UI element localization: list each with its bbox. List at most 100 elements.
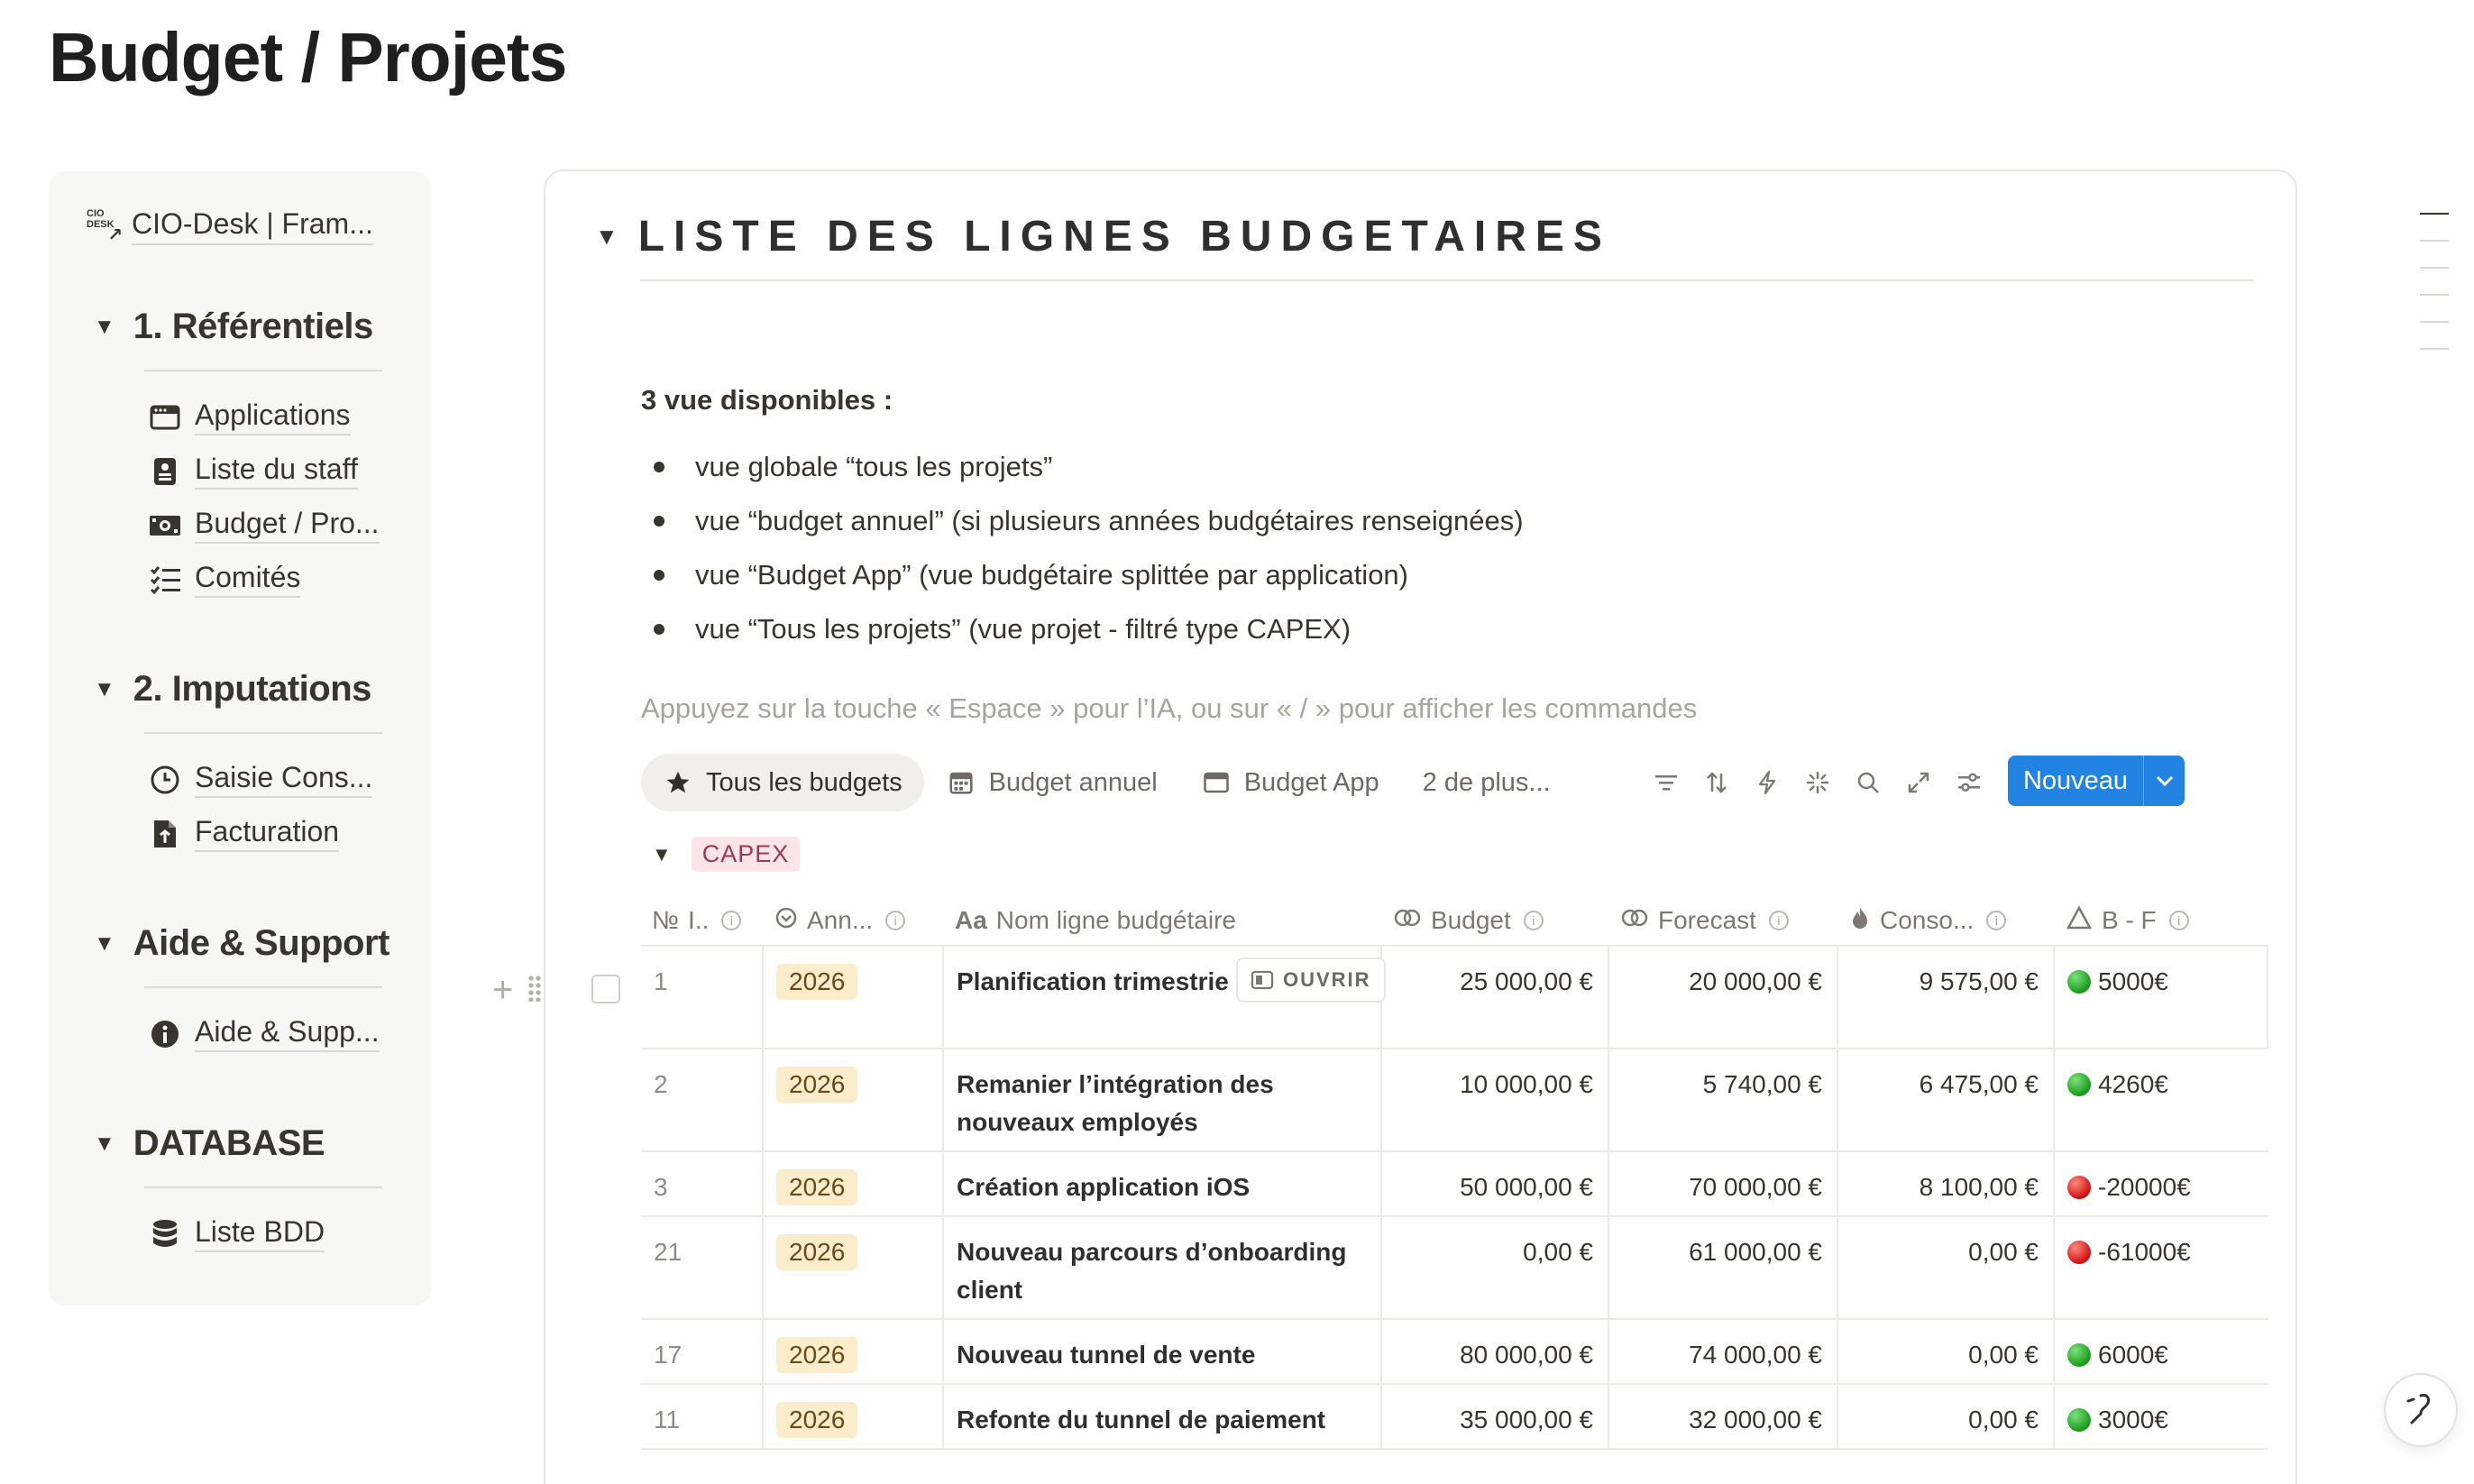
column-header-annee[interactable]: Ann... i — [764, 896, 944, 945]
help-button[interactable] — [2384, 1373, 2458, 1447]
conso-cell[interactable]: 0,00 € — [1838, 1320, 2055, 1383]
drag-handle-icon[interactable] — [527, 975, 542, 1006]
toggle-triangle-icon[interactable]: ▼ — [94, 315, 115, 340]
open-row-button[interactable]: OUVRIR — [1236, 957, 1386, 1003]
sidebar-item-liste-bdd[interactable]: Liste BDD — [148, 1215, 325, 1252]
view-tab-budget-annuel[interactable]: Budget annuel — [924, 754, 1179, 811]
automation-icon[interactable] — [1752, 762, 1782, 803]
column-header-nom[interactable]: Aa Nom ligne budgétaire — [944, 896, 1382, 945]
year-cell[interactable]: 2026 — [764, 1152, 944, 1215]
name-cell[interactable]: Refonte du tunnel de paiement — [944, 1385, 1382, 1448]
sidebar-item-comites[interactable]: Comités — [148, 561, 301, 598]
new-entry-button[interactable]: Nouveau — [2008, 756, 2185, 806]
column-header-conso[interactable]: Conso... i — [1838, 896, 2055, 945]
row-id-cell[interactable]: 1 — [641, 947, 764, 1048]
budget-line-name[interactable]: Nouveau parcours d’onboarding client — [957, 1238, 1346, 1304]
table-row[interactable]: 3 2026 Création application iOS 50 000,00 €… — [641, 1152, 2268, 1217]
toc-line[interactable] — [2420, 213, 2449, 215]
conso-cell[interactable]: 6 475,00 € — [1838, 1049, 2055, 1150]
sidebar-item-facturation[interactable]: Facturation — [148, 815, 340, 852]
forecast-cell[interactable]: 5 740,00 € — [1609, 1049, 1838, 1150]
settings-icon[interactable] — [1954, 762, 1984, 803]
toggle-triangle-icon[interactable]: ▼ — [94, 931, 115, 957]
bf-cell[interactable]: 6000€ — [2055, 1320, 2268, 1383]
sidebar-item-applications[interactable]: Applications — [148, 398, 351, 435]
row-id-cell[interactable]: 2 — [641, 1049, 764, 1150]
name-cell[interactable]: Nouveau parcours d’onboarding client — [944, 1217, 1382, 1318]
year-cell[interactable]: 2026 — [764, 1385, 944, 1448]
row-id-cell[interactable]: 11 — [641, 1385, 764, 1448]
column-header-id[interactable]: № I.. i — [641, 896, 764, 945]
name-cell[interactable]: Création application iOS — [944, 1152, 1382, 1215]
row-id-cell[interactable]: 3 — [641, 1152, 764, 1215]
toggle-triangle-icon[interactable]: ▼ — [94, 677, 115, 702]
budget-line-name[interactable]: Création application iOS — [957, 1173, 1250, 1201]
toc-line[interactable] — [2420, 348, 2449, 350]
table-of-contents-minimap[interactable] — [2420, 213, 2449, 375]
empty-block-placeholder[interactable]: Appuyez sur la touche « Espace » pour l’… — [641, 692, 1697, 725]
toc-line[interactable] — [2420, 321, 2449, 323]
year-cell[interactable]: 2026 — [764, 947, 944, 1048]
toggle-triangle-icon[interactable]: ▼ — [652, 843, 672, 866]
budget-cell[interactable]: 10 000,00 € — [1382, 1049, 1609, 1150]
bf-cell[interactable]: -20000€ — [2055, 1152, 2268, 1215]
budget-cell[interactable]: 35 000,00 € — [1382, 1385, 1609, 1448]
info-icon[interactable]: i — [1523, 911, 1544, 930]
view-tab-budget-app[interactable]: Budget App — [1179, 754, 1401, 811]
info-icon[interactable]: i — [1768, 911, 1789, 930]
ai-sparkle-icon[interactable] — [1802, 762, 1833, 803]
filter-icon[interactable] — [1651, 762, 1681, 803]
table-row[interactable]: 2 2026 Remanier l’intégration des nouveaux… — [641, 1049, 2268, 1152]
toggle-triangle-icon[interactable]: ▼ — [94, 1131, 115, 1157]
table-row[interactable]: 21 2026 Nouveau parcours d’onboarding clie… — [641, 1217, 2268, 1320]
toggle-triangle-icon[interactable]: ▼ — [595, 223, 618, 251]
conso-cell[interactable]: 0,00 € — [1838, 1385, 2055, 1448]
sort-icon[interactable] — [1701, 762, 1732, 803]
toggle-heading[interactable]: ▼ LISTE DES LIGNES BUDGETAIRES — [595, 212, 1611, 261]
bf-cell[interactable]: 5000€ — [2055, 947, 2268, 1048]
bf-cell[interactable]: 4260€ — [2055, 1049, 2268, 1150]
search-icon[interactable] — [1853, 762, 1883, 803]
budget-line-name[interactable]: Nouveau tunnel de vente — [957, 1341, 1255, 1369]
conso-cell[interactable]: 0,00 € — [1838, 1217, 2055, 1318]
year-cell[interactable]: 2026 — [764, 1217, 944, 1318]
sidebar-item-aide-support[interactable]: Aide & Supp... — [148, 1015, 380, 1052]
view-tab-more[interactable]: 2 de plus... — [1401, 754, 1572, 811]
conso-cell[interactable]: 8 100,00 € — [1838, 1152, 2055, 1215]
view-tab-tous-les-budgets[interactable]: Tous les budgets — [641, 754, 924, 811]
info-icon[interactable]: i — [1986, 911, 2007, 930]
budget-line-name[interactable]: Remanier l’intégration des nouveaux empl… — [957, 1070, 1274, 1136]
conso-cell[interactable]: 9 575,00 € — [1838, 947, 2055, 1048]
budget-cell[interactable]: 0,00 € — [1382, 1217, 1609, 1318]
info-icon[interactable]: i — [885, 911, 906, 930]
sidebar-section-aide-support[interactable]: ▼ Aide & Support — [94, 923, 389, 964]
forecast-cell[interactable]: 20 000,00 € — [1609, 947, 1838, 1048]
sidebar-section-referentiels[interactable]: ▼ 1. Référentiels — [94, 307, 373, 347]
forecast-cell[interactable]: 70 000,00 € — [1609, 1152, 1838, 1215]
name-cell[interactable]: Nouveau tunnel de vente — [944, 1320, 1382, 1383]
toc-line[interactable] — [2420, 240, 2449, 242]
add-row-icon[interactable]: + — [492, 972, 513, 1008]
table-row[interactable]: 1 2026 Planification trimestrie ventes 25 0… — [641, 947, 2268, 1049]
sidebar-section-database[interactable]: ▼ DATABASE — [94, 1123, 325, 1164]
budget-cell[interactable]: 80 000,00 € — [1382, 1320, 1609, 1383]
expand-icon[interactable] — [1903, 762, 1934, 803]
column-header-budget[interactable]: Budget i — [1382, 896, 1609, 945]
toc-line[interactable] — [2420, 294, 2449, 296]
row-id-cell[interactable]: 21 — [641, 1217, 764, 1318]
table-row[interactable]: 17 2026 Nouveau tunnel de vente 80 000,00 €… — [641, 1320, 2268, 1385]
toc-line[interactable] — [2420, 267, 2449, 269]
sidebar-section-imputations[interactable]: ▼ 2. Imputations — [94, 669, 371, 710]
row-select-checkbox[interactable] — [591, 975, 620, 1003]
name-cell[interactable]: Remanier l’intégration des nouveaux empl… — [944, 1049, 1382, 1150]
column-header-bf[interactable]: B - Fi — [2055, 896, 2268, 945]
budget-line-name[interactable]: Refonte du tunnel de paiement — [957, 1406, 1325, 1434]
chevron-down-icon[interactable] — [2144, 774, 2185, 787]
bf-cell[interactable]: 3000€ — [2055, 1385, 2268, 1448]
group-header-capex[interactable]: ▼ CAPEX — [652, 837, 801, 872]
budget-cell[interactable]: 25 000,00 € — [1382, 947, 1609, 1048]
year-cell[interactable]: 2026 — [764, 1320, 944, 1383]
row-id-cell[interactable]: 17 — [641, 1320, 764, 1383]
sidebar-item-budget-projets[interactable]: Budget / Pro... — [148, 507, 380, 544]
sidebar-item-staff[interactable]: Liste du staff — [148, 453, 358, 490]
